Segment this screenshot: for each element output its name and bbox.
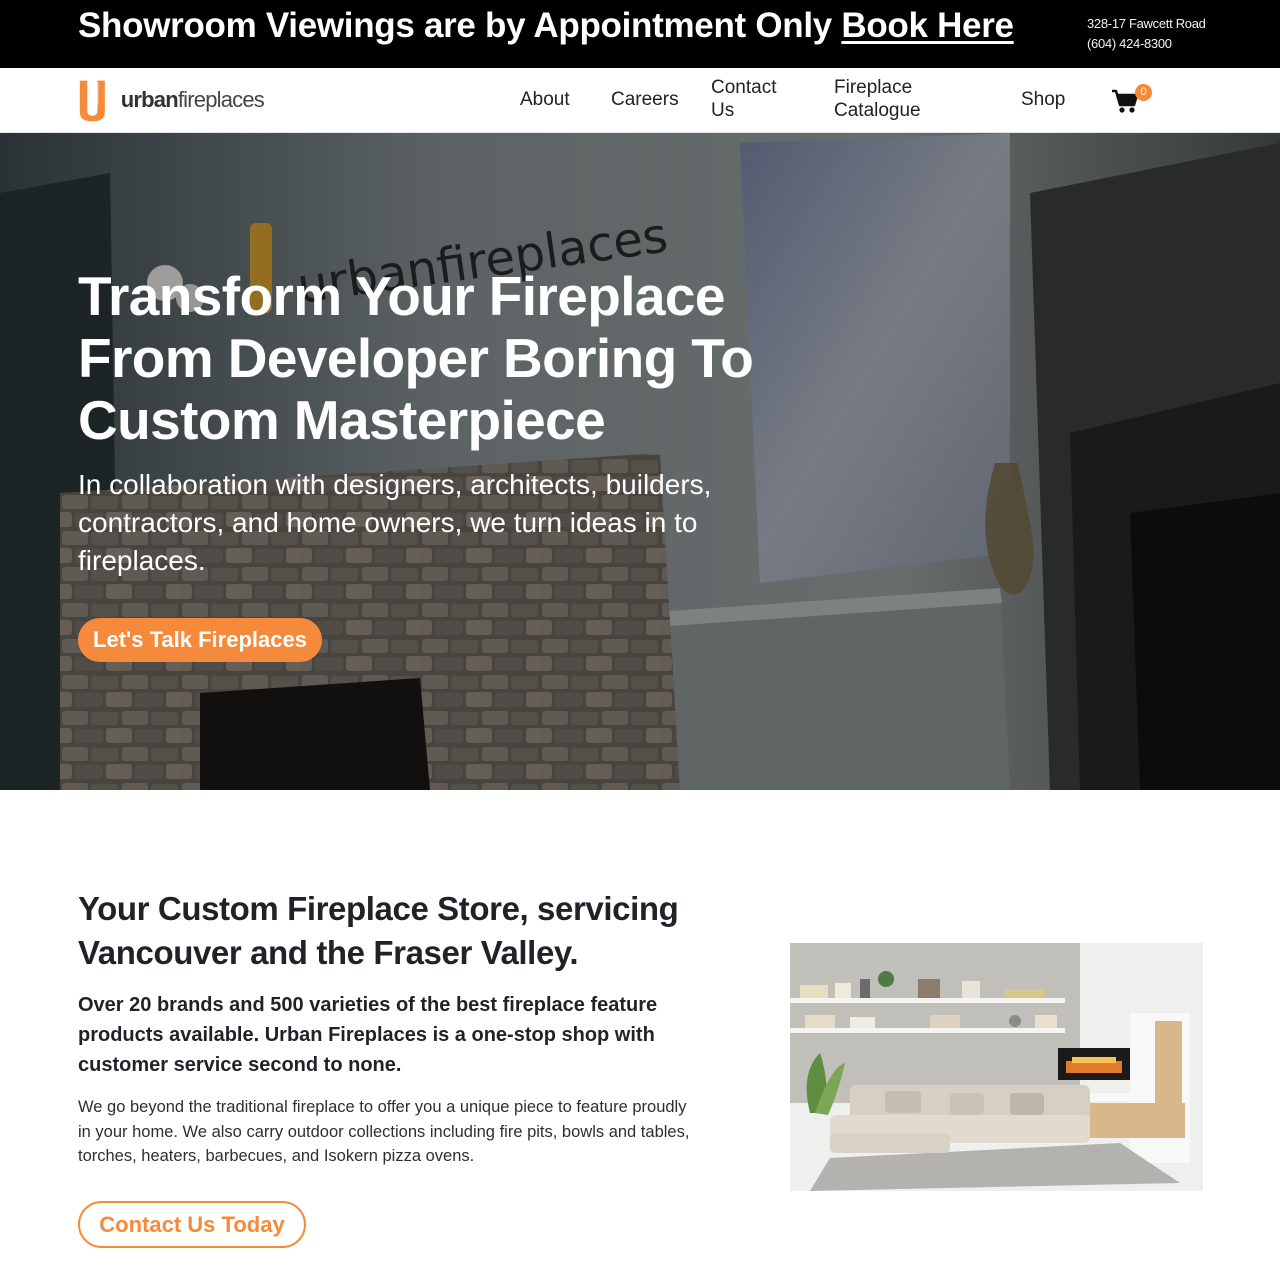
contact-us-today-button[interactable]: Contact Us Today — [78, 1201, 306, 1248]
address-text: 328-17 Fawcett Road — [1087, 16, 1206, 31]
lets-talk-fireplaces-button[interactable]: Let's Talk Fireplaces — [78, 618, 322, 662]
announcement-label: Showroom Viewings are by Appointment Onl… — [78, 6, 832, 45]
nav-catalogue-line1: Fireplace — [834, 77, 913, 98]
nav-shop[interactable]: Shop — [1021, 88, 1065, 111]
site-header: urbanfireplaces About Careers Contact Us… — [0, 68, 1280, 133]
intro-title: Your Custom Fireplace Store, servicing V… — [78, 890, 679, 971]
intro-body: We go beyond the traditional fireplace t… — [78, 1098, 690, 1165]
nav-fireplace-catalogue[interactable]: Fireplace Catalogue — [834, 76, 921, 122]
contact-info: 328-17 Fawcett Road (604) 424-8300 — [1087, 14, 1206, 54]
announcement-text: Showroom Viewings are by Appointment Onl… — [78, 6, 1014, 46]
logo-text-bold: urban — [120, 87, 179, 112]
living-room-image — [790, 943, 1203, 1191]
nav-contact-line1: Contact — [711, 77, 777, 98]
logo-wordmark: urbanfireplaces — [120, 87, 265, 113]
nav-contact-line2: Us — [711, 100, 735, 121]
hero-section: urbanfireplaces Transform Your Fireplace… — [0, 133, 1280, 790]
hero-subtitle: In collaboration with designers, archite… — [78, 469, 712, 576]
site-logo[interactable]: urbanfireplaces — [78, 76, 265, 124]
cart-count-badge: 0 — [1135, 84, 1152, 101]
nav-about[interactable]: About — [520, 88, 570, 111]
logo-mark-icon — [79, 80, 105, 121]
logo-text-light: fireplaces — [177, 87, 265, 112]
book-here-link[interactable]: Book Here — [841, 6, 1014, 45]
phone-link[interactable]: (604) 424-8300 — [1087, 34, 1206, 54]
nav-contact-us[interactable]: Contact Us — [711, 76, 776, 122]
nav-catalogue-line2: Catalogue — [834, 100, 921, 121]
nav-careers[interactable]: Careers — [611, 88, 679, 111]
hero-overlay — [0, 133, 1280, 790]
announcement-bar: Showroom Viewings are by Appointment Onl… — [0, 0, 1280, 68]
hero-title: Transform Your Fireplace From Developer … — [78, 265, 754, 451]
intro-lead: Over 20 brands and 500 varieties of the … — [78, 994, 658, 1076]
